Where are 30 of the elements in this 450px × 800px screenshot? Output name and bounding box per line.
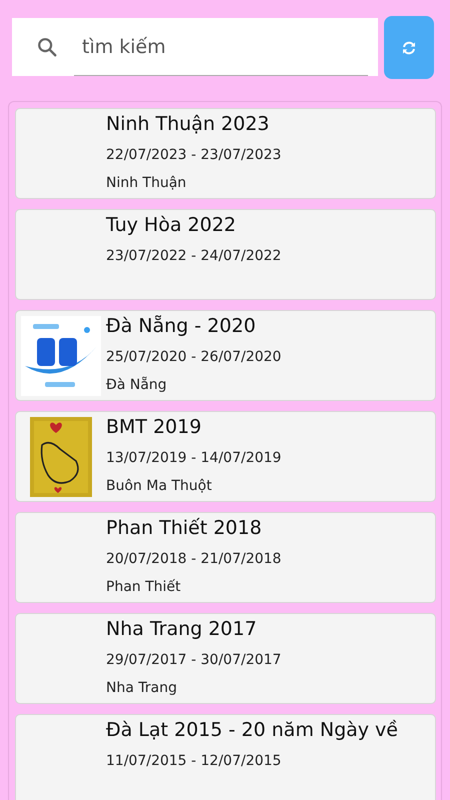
event-dates: 11/07/2015 - 12/07/2015 — [106, 752, 282, 771]
event-dates: 29/07/2017 - 30/07/2017 — [106, 651, 282, 670]
event-card[interactable]: BMT 2019 13/07/2019 - 14/07/2019 Buôn Ma Thuột — [15, 411, 436, 502]
event-title: Tuy Hòa 2022 — [106, 213, 237, 238]
event-dates: 13/07/2019 - 14/07/2019 — [106, 449, 282, 468]
event-card[interactable]: Tuy Hòa 2022 23/07/2022 - 24/07/2022 — [15, 209, 436, 300]
event-card[interactable]: Đà Lạt 2015 - 20 năm Ngày về 11/07/2015 - 12/07/2015 — [15, 714, 436, 800]
event-dates: 23/07/2022 - 24/07/2022 — [106, 247, 282, 266]
event-dates: 25/07/2020 - 26/07/2020 — [106, 348, 282, 367]
event-dates: 20/07/2018 - 21/07/2018 — [106, 550, 282, 569]
event-title: Đà Lạt 2015 - 20 năm Ngày về — [106, 718, 398, 743]
event-card[interactable]: Đà Nẵng - 2020 25/07/2020 - 26/07/2020 Đà Nẵng — [15, 310, 436, 401]
event-card[interactable]: Nha Trang 2017 29/07/2017 - 30/07/2017 Nha Trang — [15, 613, 436, 704]
event-title: Phan Thiết 2018 — [106, 516, 263, 541]
refresh-button[interactable] — [384, 16, 434, 79]
event-card[interactable]: Ninh Thuận 2023 22/07/2023 - 23/07/2023 Ninh Thuận — [15, 108, 436, 199]
event-card[interactable]: Phan Thiết 2018 20/07/2018 - 21/07/2018 Phan Thiết — [15, 512, 436, 603]
event-location: Phan Thiết — [106, 578, 182, 597]
search-field[interactable]: tìm kiếm — [12, 18, 378, 76]
event-title: Ninh Thuận 2023 — [106, 112, 270, 137]
event-location: Nha Trang — [106, 679, 178, 698]
event-dates: 22/07/2023 - 23/07/2023 — [106, 146, 282, 165]
event-title: Đà Nẵng - 2020 — [106, 314, 257, 339]
refresh-icon — [401, 40, 417, 56]
event-location: Ninh Thuận — [106, 174, 188, 193]
event-title: BMT 2019 — [106, 415, 202, 440]
event-location: Buôn Ma Thuột — [106, 477, 213, 496]
event-location: Đà Nẵng — [106, 376, 168, 395]
search-icon — [36, 36, 58, 58]
event-title: Nha Trang 2017 — [106, 617, 258, 642]
